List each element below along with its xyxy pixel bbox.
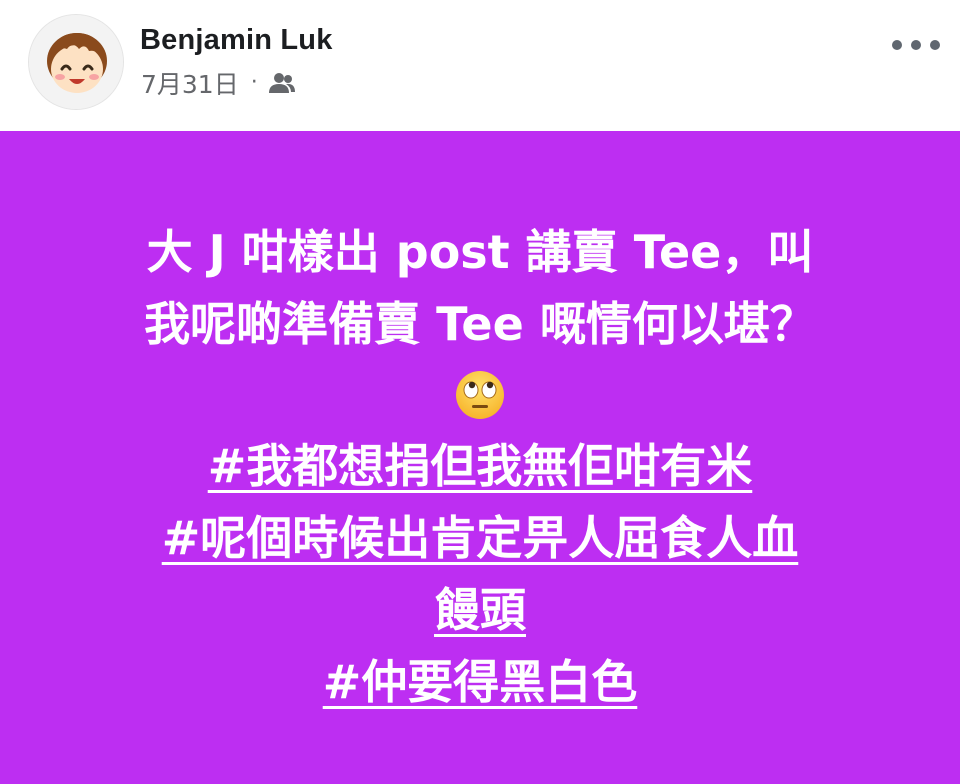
emoji-line bbox=[20, 360, 940, 430]
friends-icon[interactable] bbox=[268, 72, 296, 94]
more-options-button[interactable] bbox=[892, 30, 940, 60]
more-dots-icon bbox=[930, 40, 940, 50]
post-text-line-1: 大 J 咁樣出 post 講賣 Tee，叫 bbox=[146, 225, 814, 279]
author-avatar[interactable] bbox=[28, 14, 124, 110]
more-dots-icon bbox=[892, 40, 902, 50]
meta-separator: · bbox=[250, 70, 258, 95]
rolling-eyes-emoji-icon bbox=[456, 371, 504, 419]
hashtag-2-continued[interactable]: 饅頭 bbox=[20, 574, 940, 646]
hashtag-3[interactable]: #仲要得黑白色 bbox=[20, 646, 940, 718]
facebook-post: Benjamin Luk 7月31日 · 大 J 咁樣出 post 講賣 Tee… bbox=[0, 0, 960, 784]
post-background: 大 J 咁樣出 post 講賣 Tee，叫 我呢啲準備賣 Tee 嘅情何以堪？ bbox=[0, 131, 960, 784]
post-meta: 7月31日 · bbox=[141, 66, 296, 100]
hashtag-1[interactable]: #我都想捐但我無佢咁有米 bbox=[20, 430, 940, 502]
author-name[interactable]: Benjamin Luk bbox=[140, 24, 333, 57]
cartoon-avatar-icon bbox=[29, 15, 123, 109]
post-text-line-2: 我呢啲準備賣 Tee 嘅情何以堪？ bbox=[144, 297, 816, 351]
post-text: 大 J 咁樣出 post 講賣 Tee，叫 我呢啲準備賣 Tee 嘅情何以堪？ bbox=[20, 216, 940, 718]
more-dots-icon bbox=[911, 40, 921, 50]
hashtag-2[interactable]: #呢個時候出肯定畀人屈食人血 bbox=[20, 502, 940, 574]
post-date[interactable]: 7月31日 bbox=[141, 65, 239, 101]
post-header: Benjamin Luk 7月31日 · bbox=[0, 0, 960, 130]
